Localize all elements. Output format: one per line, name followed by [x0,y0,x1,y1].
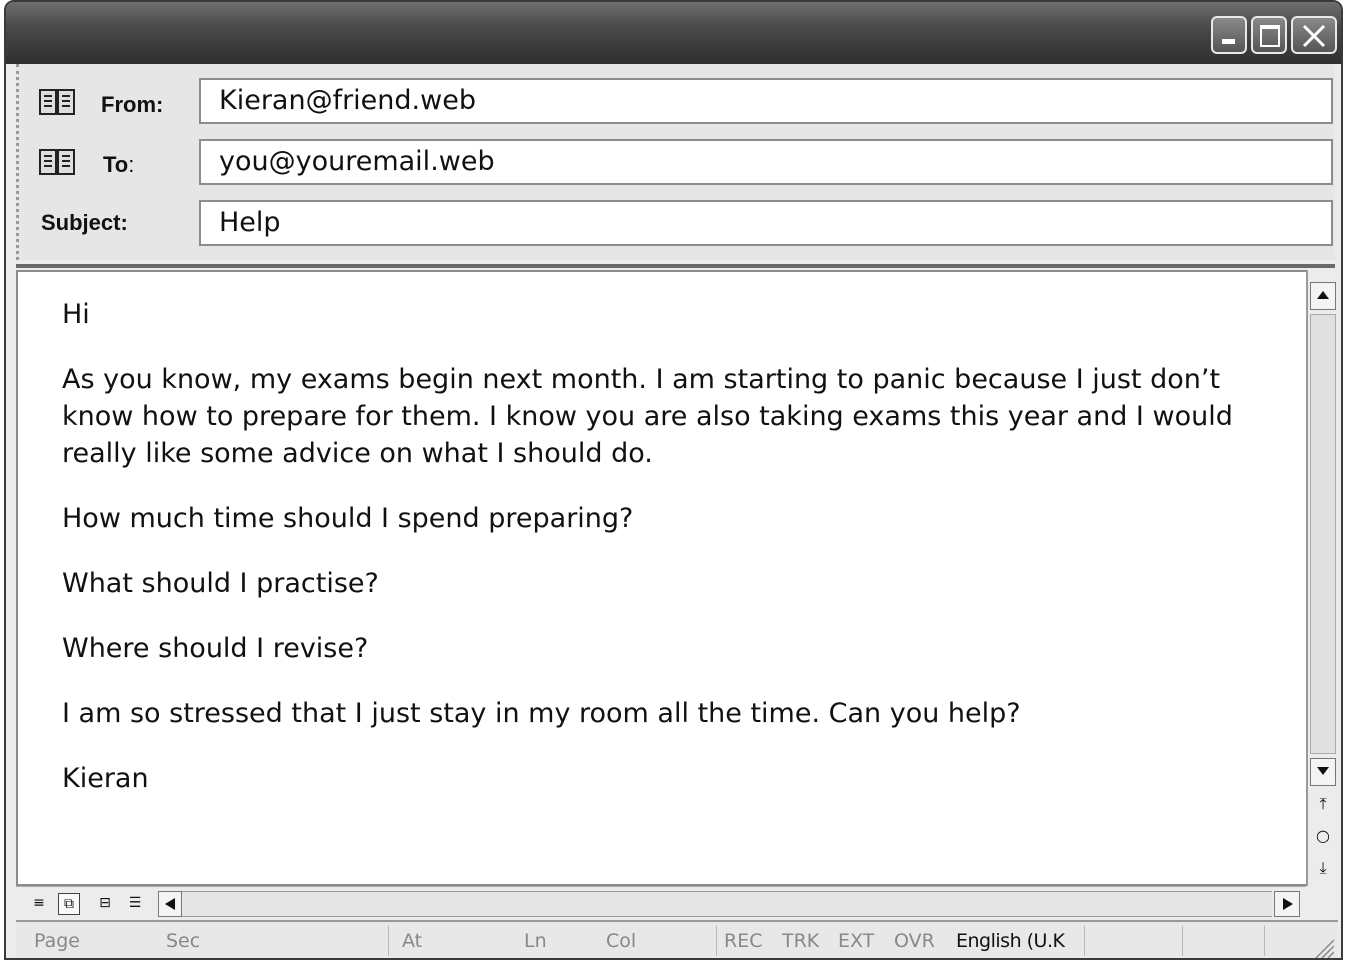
close-icon[interactable] [1291,16,1337,54]
scroll-down-button[interactable] [1310,758,1336,786]
scroll-up-icon [1317,291,1329,299]
message-paragraph: Hi [62,299,90,330]
message-paragraph: As you know, my exams begin next month. … [62,364,1233,469]
scroll-right-button[interactable] [1274,891,1300,917]
scroll-down-icon [1317,767,1329,775]
status-at: At [402,930,423,952]
title-bar[interactable] [6,2,1341,64]
status-separator [716,926,717,956]
status-separator [1264,926,1265,956]
minimize-icon[interactable] [1211,16,1247,54]
horizontal-scroll-track[interactable] [182,891,1272,917]
message-paragraph: Where should I revise? [62,633,369,664]
vertical-scrollbar[interactable]: ⤒ ○ ⤓ [1306,270,1338,886]
status-bar: Page Sec At Ln Col REC TRK EXT OVR Engli… [16,920,1338,958]
previous-object-icon[interactable]: ⤒ [1314,794,1332,814]
maximize-icon[interactable] [1251,16,1287,54]
subject-field[interactable]: Help [199,200,1333,246]
status-trk[interactable]: TRK [782,930,819,952]
header-divider[interactable] [16,264,1335,268]
message-paragraph: What should I practise? [62,568,379,599]
normal-view-icon[interactable]: ≡ [28,893,50,915]
horizontal-scrollbar-row: ≡ ⧉ ⊟ ☰ [16,886,1306,919]
scrollbar-thumb[interactable] [1310,314,1336,754]
status-separator [1182,926,1183,956]
status-line: Ln [524,930,547,952]
status-separator [1084,926,1085,956]
scroll-right-icon [1283,898,1293,910]
web-layout-view-icon[interactable]: ⧉ [58,893,80,915]
message-paragraph: I am so stressed that I just stay in my … [62,698,1021,729]
message-paragraph: How much time should I spend preparing? [62,503,634,534]
outline-view-icon[interactable]: ☰ [124,893,146,915]
address-book-icon[interactable] [37,86,77,118]
message-text: Hi As you know, my exams begin next mont… [62,296,1292,825]
address-book-icon[interactable] [37,146,77,178]
email-window: From: Kieran@friend.web To: you@youremai… [4,0,1343,960]
email-header: From: Kieran@friend.web To: you@youremai… [16,64,1335,260]
to-label-text: To [103,152,129,177]
print-layout-view-icon[interactable]: ⊟ [94,893,116,915]
to-label: To: [103,152,134,178]
status-ovr[interactable]: OVR [894,930,935,952]
status-ext[interactable]: EXT [838,930,874,952]
to-label-colon: : [128,152,135,177]
message-paragraph: Kieran [62,763,149,794]
status-language[interactable]: English (U.K [956,930,1065,952]
subject-label: Subject: [41,210,128,235]
scroll-left-button[interactable] [158,891,182,917]
status-section: Sec [166,930,201,952]
to-field[interactable]: you@youremail.web [199,139,1333,185]
status-separator [388,926,389,956]
select-browse-object-icon[interactable]: ○ [1314,826,1332,845]
status-page: Page [34,930,80,952]
scroll-left-icon [165,898,175,910]
next-object-icon[interactable]: ⤓ [1314,858,1332,878]
from-label: From: [101,92,164,117]
from-field[interactable]: Kieran@friend.web [199,78,1333,124]
status-rec[interactable]: REC [724,930,762,952]
resize-grip-icon[interactable] [1312,936,1334,958]
scroll-up-button[interactable] [1310,282,1336,310]
status-column: Col [606,930,637,952]
message-body[interactable]: Hi As you know, my exams begin next mont… [16,270,1306,886]
